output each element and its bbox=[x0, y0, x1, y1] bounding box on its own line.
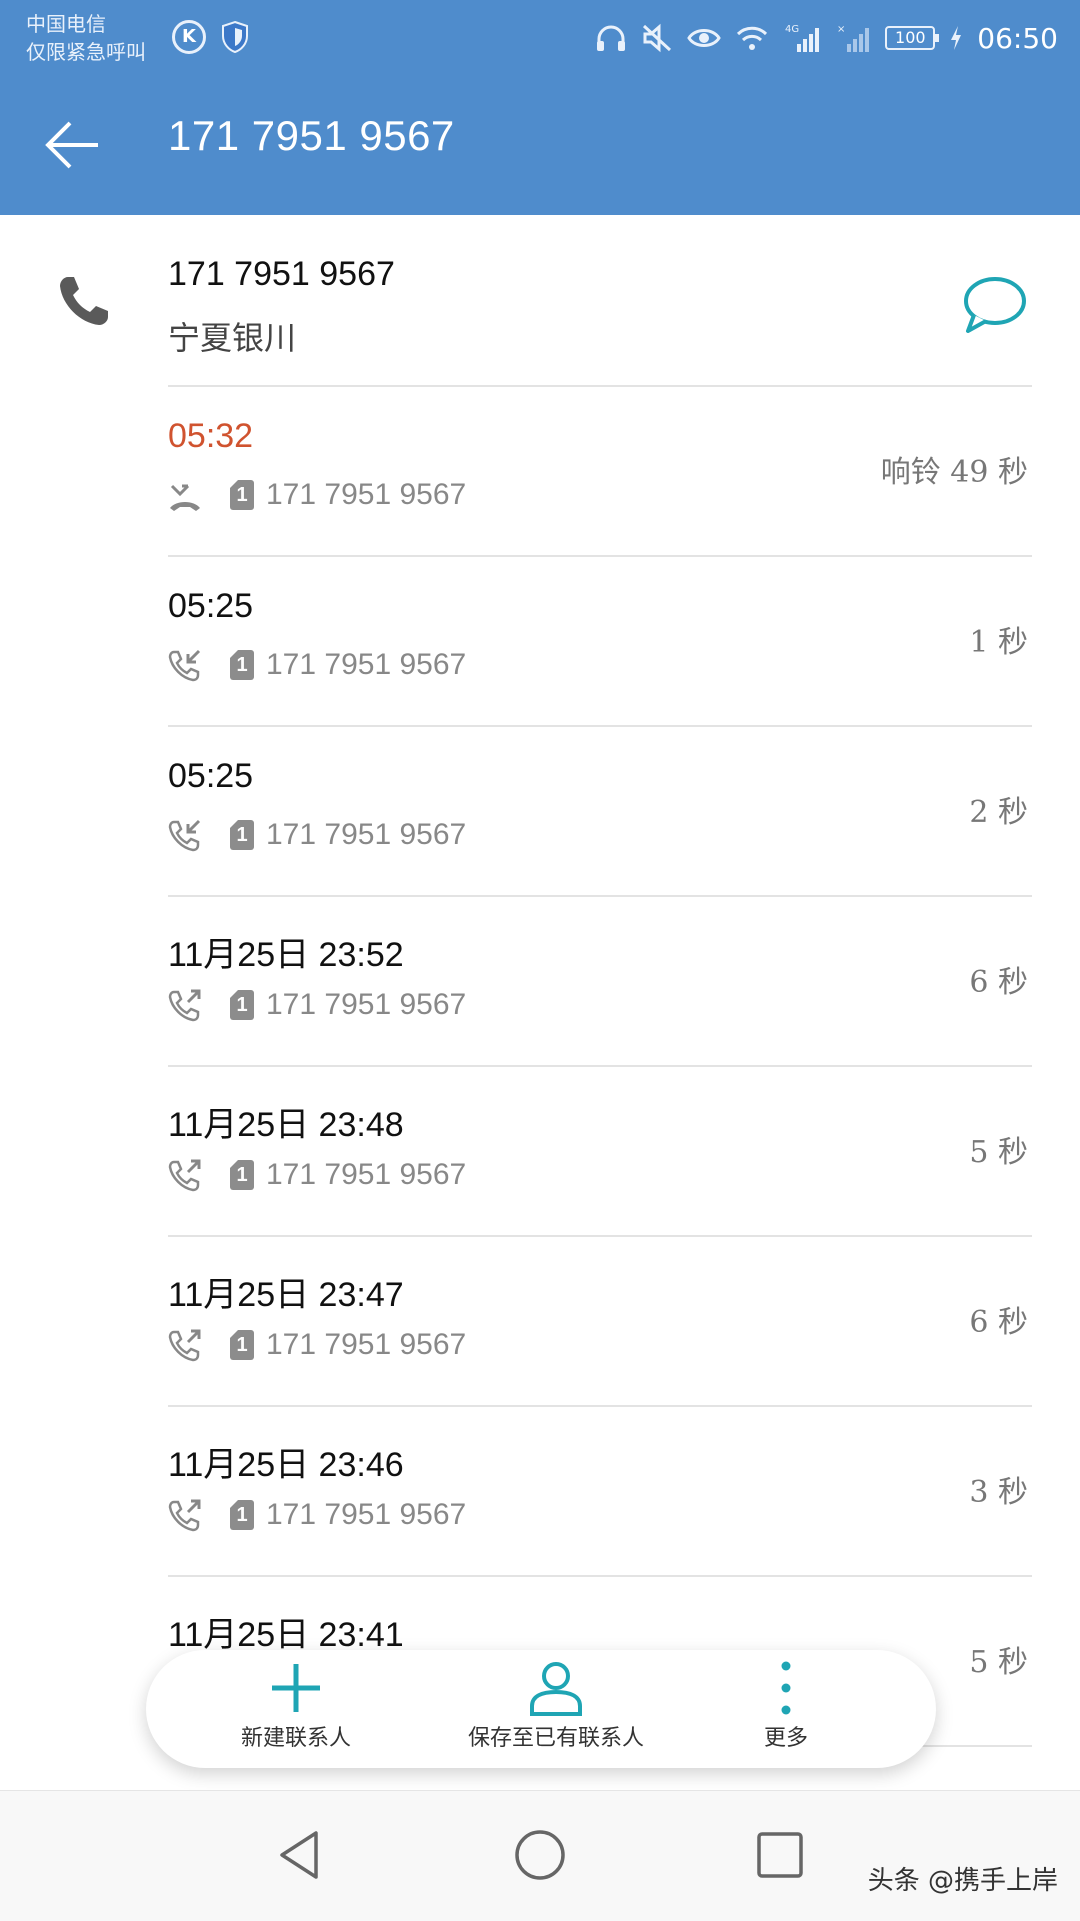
call-duration: 1 秒 bbox=[969, 625, 1028, 660]
call-duration: 响铃 49 秒 bbox=[880, 455, 1028, 490]
contact-number: 171 7951 9567 bbox=[168, 255, 395, 293]
contact-action-bar: 新建联系人 保存至已有联系人 更多 bbox=[146, 1650, 936, 1768]
nav-back-icon[interactable] bbox=[272, 1827, 328, 1883]
call-number: 171 7951 9567 bbox=[266, 1158, 467, 1191]
call-time: 11月25日 23:47 bbox=[168, 1276, 404, 1314]
svg-text:4G: 4G bbox=[785, 24, 799, 35]
contact-summary: 171 7951 9567 宁夏银川 bbox=[0, 215, 1080, 385]
call-details: 1 171 7951 9567 bbox=[168, 1157, 466, 1193]
more-label: 更多 bbox=[763, 1726, 808, 1751]
more-button[interactable]: 更多 bbox=[726, 1650, 846, 1768]
sim-card-icon: 1 bbox=[230, 990, 254, 1020]
call-number: 171 7951 9567 bbox=[266, 818, 467, 851]
call-duration: 5 秒 bbox=[969, 1135, 1028, 1170]
incoming-call-icon bbox=[168, 819, 201, 852]
call-time: 05:32 bbox=[168, 417, 254, 455]
plus-icon bbox=[272, 1664, 320, 1712]
call-time: 11月25日 23:48 bbox=[168, 1106, 404, 1144]
sim-card-icon: 1 bbox=[230, 650, 254, 680]
call-duration: 6 秒 bbox=[969, 1305, 1028, 1340]
page-title: 171 7951 9567 bbox=[168, 112, 455, 159]
shield-icon bbox=[222, 20, 248, 54]
call-time: 11月25日 23:41 bbox=[168, 1616, 404, 1654]
svg-text:×: × bbox=[837, 24, 845, 35]
call-log-row[interactable]: 11月25日 23:52 1 171 7951 9567 6 秒 bbox=[0, 897, 1080, 1067]
call-details: 1 171 7951 9567 bbox=[168, 817, 466, 853]
call-log-row[interactable]: 05:25 1 171 7951 9567 1 秒 bbox=[0, 557, 1080, 727]
call-details: 1 171 7951 9567 bbox=[168, 647, 466, 683]
call-time: 05:25 bbox=[168, 587, 254, 625]
app-header: 中国电信 仅限紧急呼叫 K 4G × 100 06:50 171 7951 95… bbox=[0, 0, 1080, 215]
call-details: 1 171 7951 9567 bbox=[168, 1327, 466, 1363]
phone-icon[interactable] bbox=[56, 273, 112, 329]
outgoing-call-icon bbox=[168, 989, 201, 1022]
person-icon bbox=[530, 1662, 582, 1716]
missed-call-icon bbox=[170, 484, 200, 511]
call-details: 1 171 7951 9567 bbox=[168, 1497, 466, 1533]
call-log-row[interactable]: 11月25日 23:48 1 171 7951 9567 5 秒 bbox=[0, 1067, 1080, 1237]
new-contact-button[interactable]: 新建联系人 bbox=[196, 1650, 396, 1768]
call-number: 171 7951 9567 bbox=[266, 988, 467, 1021]
status-icons: 4G × 100 06:50 bbox=[595, 16, 1058, 60]
call-details: 1 171 7951 9567 bbox=[168, 477, 466, 513]
carrier-status: 仅限紧急呼叫 bbox=[26, 40, 146, 64]
status-bar: 中国电信 仅限紧急呼叫 K 4G × 100 06:50 bbox=[0, 0, 1080, 80]
message-icon[interactable] bbox=[962, 275, 1028, 335]
call-time: 11月25日 23:52 bbox=[168, 936, 404, 974]
call-duration: 3 秒 bbox=[969, 1475, 1028, 1510]
mute-icon bbox=[643, 23, 672, 53]
watermark: 头条 @携手上岸 bbox=[867, 1866, 1058, 1896]
call-log-row[interactable]: 05:32 1 171 7951 9567 响铃 49 秒 bbox=[0, 387, 1080, 557]
call-number: 171 7951 9567 bbox=[266, 1498, 467, 1531]
incoming-call-icon bbox=[168, 649, 201, 682]
call-number: 171 7951 9567 bbox=[266, 648, 467, 681]
call-log-row[interactable]: 05:25 1 171 7951 9567 2 秒 bbox=[0, 727, 1080, 897]
status-time: 06:50 bbox=[977, 21, 1058, 55]
save-to-existing-label: 保存至已有联系人 bbox=[467, 1726, 644, 1751]
sim-card-icon: 1 bbox=[230, 1500, 254, 1530]
sim-card-icon: 1 bbox=[230, 480, 254, 510]
headphones-icon bbox=[597, 25, 626, 51]
new-contact-label: 新建联系人 bbox=[240, 1726, 351, 1751]
carrier-label: 中国电信 仅限紧急呼叫 bbox=[26, 10, 146, 66]
battery-icon: 100 bbox=[885, 26, 940, 50]
save-to-existing-button[interactable]: 保存至已有联系人 bbox=[416, 1650, 696, 1768]
wifi-icon bbox=[737, 26, 768, 50]
signal-empty-icon: × bbox=[837, 24, 870, 52]
system-nav-bar bbox=[0, 1790, 1080, 1921]
call-duration: 2 秒 bbox=[969, 795, 1028, 830]
call-log-row[interactable]: 11月25日 23:46 1 171 7951 9567 3 秒 bbox=[0, 1407, 1080, 1577]
call-log-row[interactable]: 11月25日 23:47 1 171 7951 9567 6 秒 bbox=[0, 1237, 1080, 1407]
call-time: 11月25日 23:46 bbox=[168, 1446, 404, 1484]
more-dots-icon bbox=[781, 1661, 791, 1715]
call-number: 171 7951 9567 bbox=[266, 1328, 467, 1361]
nav-recents-icon[interactable] bbox=[752, 1827, 808, 1883]
contact-location: 宁夏银川 bbox=[168, 319, 297, 357]
sim-card-icon: 1 bbox=[230, 1160, 254, 1190]
carrier-name: 中国电信 bbox=[26, 12, 106, 36]
outgoing-call-icon bbox=[168, 1159, 201, 1192]
call-details: 1 171 7951 9567 bbox=[168, 987, 466, 1023]
sim-card-icon: 1 bbox=[230, 1330, 254, 1360]
charging-icon bbox=[951, 26, 962, 50]
eye-icon bbox=[687, 29, 722, 47]
k-app-icon: K bbox=[172, 20, 206, 54]
call-duration: 6 秒 bbox=[969, 965, 1028, 1000]
back-arrow-icon[interactable] bbox=[42, 115, 102, 175]
outgoing-call-icon bbox=[168, 1329, 201, 1362]
call-duration: 5 秒 bbox=[969, 1645, 1028, 1680]
call-number: 171 7951 9567 bbox=[266, 478, 467, 511]
outgoing-call-icon bbox=[168, 1499, 201, 1532]
signal-4g-icon: 4G bbox=[785, 24, 820, 52]
call-time: 05:25 bbox=[168, 757, 254, 795]
nav-home-icon[interactable] bbox=[512, 1827, 568, 1883]
sim-card-icon: 1 bbox=[230, 820, 254, 850]
